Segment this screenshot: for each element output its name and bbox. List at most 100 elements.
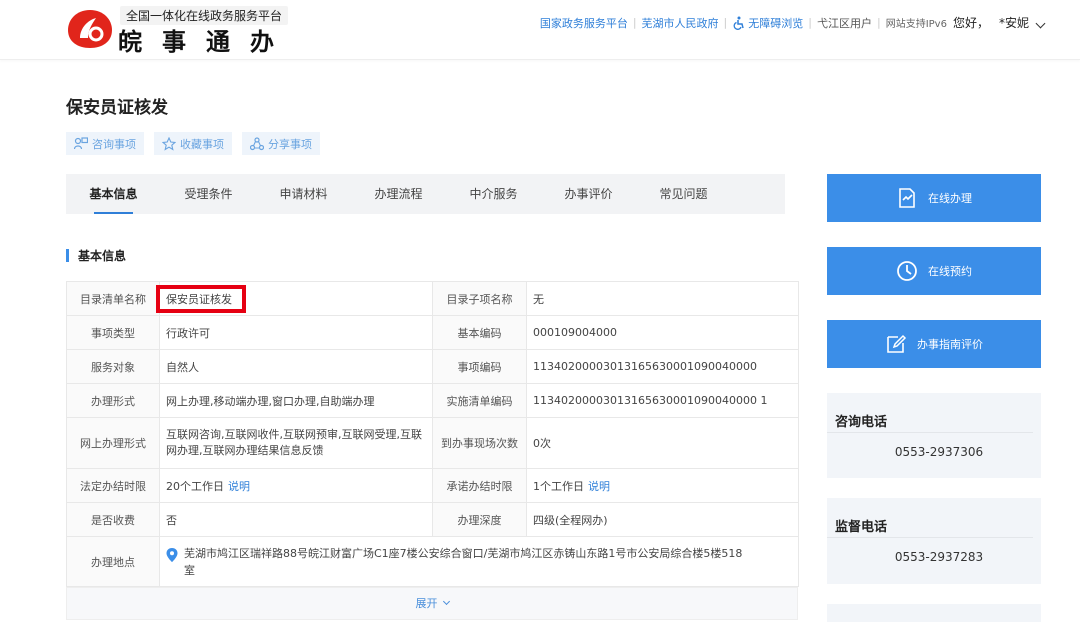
city-gov-link[interactable]: 芜湖市人民政府	[642, 15, 719, 31]
side-card-partial	[827, 604, 1041, 622]
tab-rating[interactable]: 办事评价	[541, 174, 636, 214]
consult-phone-title: 咨询电话	[827, 393, 1033, 433]
sub-item-value: 无	[526, 281, 799, 316]
section-marker	[66, 249, 69, 262]
star-icon	[162, 136, 176, 151]
online-booking-button[interactable]: 在线预约	[827, 247, 1041, 295]
target-label: 服务对象	[66, 349, 160, 384]
section-title: 基本信息	[78, 249, 127, 263]
table-row: 事项类型 行政许可 基本编码 000109004000	[66, 315, 799, 350]
impl-code-label: 实施清单编码	[432, 383, 527, 418]
online-handle-icon	[899, 188, 915, 208]
legal-limit-explain-link[interactable]: 说明	[228, 480, 250, 493]
visits-label: 到办事现场次数	[432, 417, 527, 469]
nav-divider: |	[876, 16, 881, 29]
chevron-down-icon	[1035, 18, 1046, 29]
accessible-label: 无障碍浏览	[748, 16, 804, 30]
impl-code-value: 11340200003013165630001090040000 1	[526, 383, 799, 418]
online-handle-label: 在线办理	[928, 192, 972, 205]
location-pin-icon	[166, 547, 178, 562]
legal-limit-value: 20个工作日	[166, 479, 224, 493]
supervise-phone-number: 0553-2937283	[894, 550, 984, 564]
national-platform-link[interactable]: 国家政务服务平台	[540, 15, 628, 31]
item-code-label: 事项编码	[432, 349, 527, 384]
table-row: 目录清单名称 保安员证核发 目录子项名称 无	[66, 281, 799, 316]
nav-divider: |	[723, 16, 728, 29]
online-booking-label: 在线预约	[928, 265, 972, 278]
catalog-name-highlight: 保安员证核发	[156, 284, 246, 313]
clock-icon	[897, 261, 917, 281]
district-user-link[interactable]: 弋江区用户	[817, 15, 872, 31]
tab-process[interactable]: 办理流程	[351, 174, 446, 214]
basic-code-label: 基本编码	[432, 315, 527, 350]
supervise-phone-title: 监督电话	[827, 498, 1033, 538]
wheelchair-icon	[733, 16, 744, 30]
promise-limit-explain-link[interactable]: 说明	[588, 480, 610, 493]
top-nav: 国家政务服务平台 | 芜湖市人民政府 | 无障碍浏览 | 弋江区用户 | 网站支…	[540, 14, 1046, 31]
username: *安妮	[998, 16, 1029, 30]
consult-button[interactable]: 咨询事项	[66, 132, 144, 155]
table-row: 是否收费 否 办理深度 四级(全程网办)	[66, 502, 799, 537]
favorite-button[interactable]: 收藏事项	[154, 132, 232, 155]
type-value: 行政许可	[159, 315, 433, 350]
favorite-label: 收藏事项	[180, 137, 224, 151]
consult-phone-number: 0553-2937306	[894, 445, 984, 459]
table-row: 办理地点 芜湖市鸠江区瑞祥路88号皖江财富广场C1座7楼公安综合窗口/芜湖市鸠江…	[66, 536, 799, 587]
type-label: 事项类型	[66, 315, 160, 350]
table-row: 办理形式 网上办理,移动端办理,窗口办理,自助端办理 实施清单编码 113402…	[66, 383, 799, 418]
consult-phone-card: 咨询电话 0553-2937306	[827, 393, 1041, 478]
chevron-down-icon	[442, 597, 450, 606]
table-row: 法定办结时限 20个工作日 说明 承诺办结时限 1个工作日 说明	[66, 468, 799, 503]
guide-rating-button[interactable]: 办事指南评价	[827, 320, 1041, 368]
expand-label: 展开	[415, 597, 438, 610]
tab-basic-info[interactable]: 基本信息	[66, 174, 161, 214]
logo-icon	[68, 10, 112, 48]
tab-bar: 基本信息 受理条件 申请材料 办理流程 中介服务 办事评价 常见问题	[66, 174, 785, 214]
sub-item-label: 目录子项名称	[432, 281, 527, 316]
guide-rating-label: 办事指南评价	[917, 338, 983, 351]
basic-code-value: 000109004000	[526, 315, 799, 350]
catalog-name-value: 保安员证核发	[166, 292, 232, 306]
page-title: 保安员证核发	[66, 98, 168, 118]
supervise-phone-card: 监督电话 0553-2937283	[827, 498, 1041, 584]
online-handle-button[interactable]: 在线办理	[827, 174, 1041, 222]
online-form-label: 网上办理形式	[66, 417, 160, 469]
share-button[interactable]: 分享事项	[242, 132, 320, 155]
online-form-value: 互联网咨询,互联网收件,互联网预审,互联网受理,互联网办理,互联网办理结果信息反…	[159, 417, 433, 469]
table-row: 服务对象 自然人 事项编码 11340200003013165630001090…	[66, 349, 799, 384]
basic-info-table: 目录清单名称 保安员证核发 目录子项名称 无 事项类型 行政许可 基本编码 00…	[66, 281, 799, 587]
visits-value: 0次	[526, 417, 799, 469]
ipv6-label: 网站支持IPv6	[885, 19, 947, 30]
nav-divider: |	[808, 16, 812, 29]
form-value: 网上办理,移动端办理,窗口办理,自助端办理	[159, 383, 433, 418]
location-label: 办理地点	[66, 536, 160, 587]
promise-limit-label: 承诺办结时限	[432, 468, 527, 503]
fee-value: 否	[159, 502, 433, 537]
share-label: 分享事项	[268, 137, 312, 151]
target-value: 自然人	[159, 349, 433, 384]
site-header: 全国一体化在线政务服务平台 皖事通办 国家政务服务平台 | 芜湖市人民政府 | …	[0, 0, 1080, 60]
consult-label: 咨询事项	[92, 137, 136, 151]
action-bar: 咨询事项 收藏事项 分享事项	[66, 132, 320, 155]
greeting: 您好，	[952, 16, 989, 30]
brand-name[interactable]: 皖事通办	[118, 22, 294, 57]
item-code-value: 11340200003013165630001090040000	[526, 349, 799, 384]
promise-limit-value: 1个工作日	[533, 479, 584, 493]
location-value: 芜湖市鸠江区瑞祥路88号皖江财富广场C1座7楼公安综合窗口/芜湖市鸠江区赤铸山东…	[184, 546, 743, 577]
consult-icon	[74, 136, 88, 149]
catalog-name-label: 目录清单名称	[66, 281, 160, 316]
tab-materials[interactable]: 申请材料	[256, 174, 351, 214]
edit-icon	[887, 334, 907, 353]
tab-intermediary[interactable]: 中介服务	[446, 174, 541, 214]
fee-label: 是否收费	[66, 502, 160, 537]
tab-faq[interactable]: 常见问题	[636, 174, 731, 214]
form-label: 办理形式	[66, 383, 160, 418]
user-menu[interactable]: *安妮	[998, 14, 1046, 31]
depth-value: 四级(全程网办)	[526, 502, 799, 537]
expand-button[interactable]: 展开	[66, 587, 798, 620]
tab-acceptance-conditions[interactable]: 受理条件	[161, 174, 256, 214]
accessible-link[interactable]: 无障碍浏览	[732, 15, 803, 31]
share-icon	[250, 136, 264, 150]
nav-divider: |	[632, 16, 637, 29]
table-row: 网上办理形式 互联网咨询,互联网收件,互联网预审,互联网受理,互联网办理,互联网…	[66, 417, 799, 469]
